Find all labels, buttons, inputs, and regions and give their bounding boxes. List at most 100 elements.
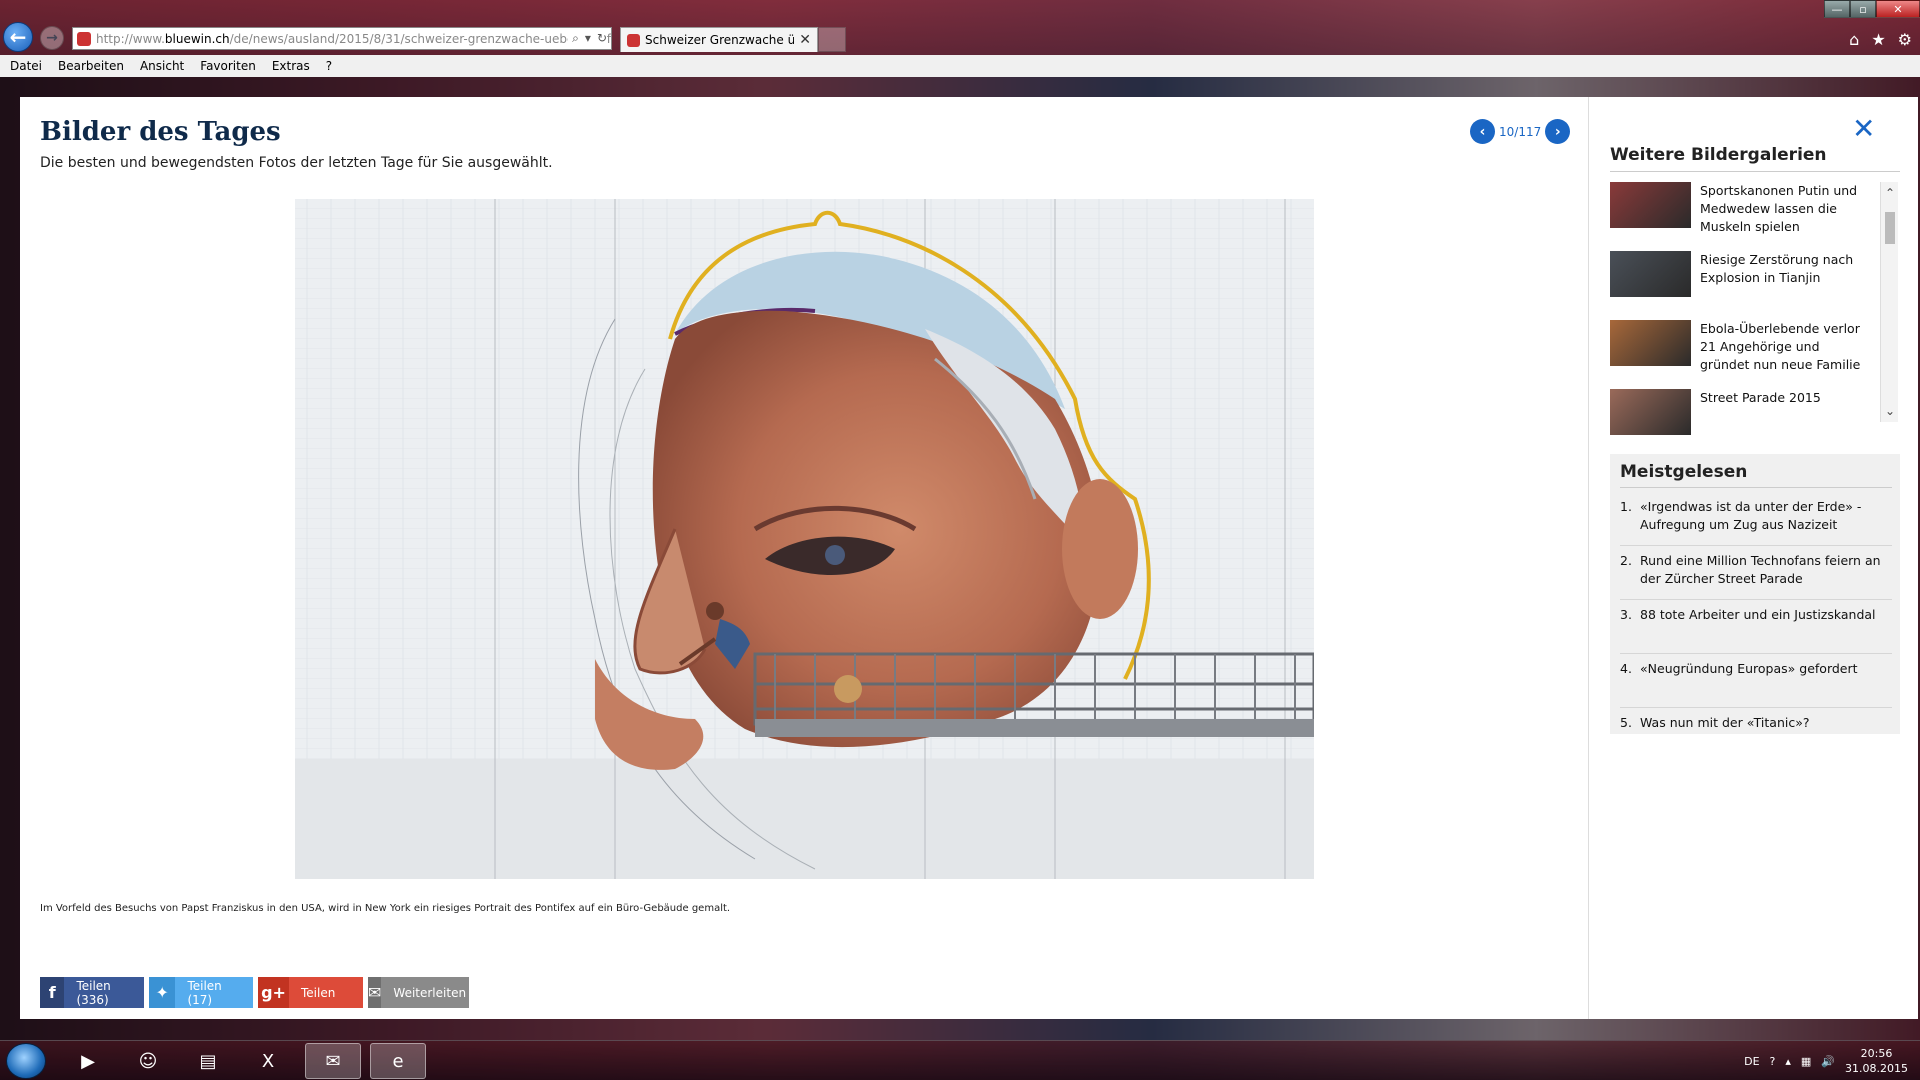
arrow-right-icon: → (46, 30, 58, 46)
twitter-share-label: Teilen (17) (187, 978, 222, 1007)
gallery-list-item[interactable]: Sportskanonen Putin und Medwedew lassen … (1610, 182, 1872, 246)
close-gallery-icon[interactable]: ✕ (1852, 112, 1875, 145)
rank-number: 5. (1620, 715, 1632, 730)
address-bar[interactable]: http://www. bluewin.ch /de/news/ausland/… (72, 27, 612, 50)
clock-date: 31.08.2015 (1845, 1062, 1908, 1075)
more-galleries-list: Sportskanonen Putin und Medwedew lassen … (1610, 182, 1872, 458)
most-read-item[interactable]: 3. 88 tote Arbeiter und ein Justizskanda… (1620, 606, 1892, 654)
forward-button[interactable]: → (40, 26, 64, 50)
googleplus-share-label: Teilen (301, 985, 336, 1000)
googleplus-share-button[interactable]: g+ Teilen (258, 977, 363, 1008)
close-window-button[interactable]: ✕ (1876, 0, 1920, 18)
gallery-thumbnail (1610, 251, 1691, 297)
gallery-pager: ‹ 10/117 › (1470, 119, 1571, 144)
minimize-button[interactable]: — (1824, 0, 1850, 18)
home-icon[interactable]: ⌂ (1849, 30, 1859, 49)
search-icon[interactable]: ⌕ (572, 31, 579, 46)
taskbar-internet-explorer[interactable]: e (370, 1043, 426, 1079)
previous-image-button[interactable]: ‹ (1470, 119, 1495, 144)
refresh-icon[interactable]: ↻ (597, 31, 607, 46)
facebook-share-button[interactable]: f Teilen (336) (40, 977, 144, 1008)
taskbar-explorer[interactable]: ▤ (180, 1043, 236, 1079)
menu-help[interactable]: ? (326, 59, 332, 73)
help-icon[interactable]: ? (1770, 1055, 1776, 1068)
most-read-box: Meistgelesen 1. «Irgendwas ist da unter … (1610, 454, 1900, 734)
most-read-item[interactable]: 5. Was nun mit der «Titanic»? (1620, 714, 1892, 762)
menu-bearbeiten[interactable]: Bearbeiten (58, 59, 124, 73)
start-button[interactable] (6, 1043, 46, 1079)
new-tab-button[interactable] (818, 27, 846, 52)
taskbar-outlook[interactable]: ✉ (305, 1043, 361, 1079)
taskbar-messenger[interactable]: ☺ (120, 1043, 176, 1079)
gallery-list-title: Ebola-Überlebende verlor 21 Angehörige u… (1700, 321, 1861, 372)
volume-icon[interactable]: 🔊 (1821, 1055, 1835, 1068)
taskbar-excel[interactable]: X (240, 1043, 296, 1079)
email-forward-button[interactable]: ✉ Weiterleiten (368, 977, 469, 1008)
internet-explorer-icon: e (392, 1050, 404, 1072)
rank-number: 4. (1620, 661, 1632, 676)
menu-extras[interactable]: Extras (272, 59, 310, 73)
most-read-item[interactable]: 4. «Neugründung Europas» gefordert (1620, 660, 1892, 708)
gallery-list-title: Riesige Zerstörung nach Explosion in Tia… (1700, 252, 1854, 285)
clock-time: 20:56 (1860, 1047, 1893, 1060)
menu-datei[interactable]: Datei (10, 59, 42, 73)
most-read-title: 88 tote Arbeiter und ein Justizskandal (1640, 607, 1876, 622)
most-read-item[interactable]: 2. Rund eine Million Technofans feiern a… (1620, 552, 1892, 600)
gallery-list-item[interactable]: Riesige Zerstörung nach Explosion in Tia… (1610, 251, 1872, 315)
back-button[interactable]: ← (3, 22, 33, 52)
gallery-thumbnail (1610, 182, 1691, 228)
gallery-list-item[interactable]: Street Parade 2015 (1610, 389, 1872, 453)
next-image-button[interactable]: › (1545, 119, 1571, 144)
twitter-bird-icon: ✦ (149, 977, 176, 1008)
gallery-main-image[interactable] (295, 199, 1314, 879)
mural-photo (295, 199, 1314, 879)
address-bar-icons: ⌕ ▾ ↻ (568, 31, 607, 46)
rank-number: 2. (1620, 553, 1632, 568)
scroll-up-icon[interactable]: ⌃ (1885, 186, 1895, 200)
most-read-item[interactable]: 1. «Irgendwas ist da unter der Erde» - A… (1620, 498, 1892, 546)
browser-toolbar-icons: ⌂ ★ ⚙ (1849, 30, 1912, 49)
tab-close-icon[interactable]: ✕ (799, 32, 811, 48)
dropdown-arrow-icon[interactable]: ▾ (585, 31, 591, 46)
gallery-lightbox: Bilder des Tages Die besten und bewegend… (20, 97, 1918, 1019)
settings-gear-icon[interactable]: ⚙ (1898, 30, 1912, 49)
taskbar-media-player[interactable]: ▶ (60, 1043, 116, 1079)
clock[interactable]: 20:56 31.08.2015 (1845, 1046, 1908, 1076)
menu-ansicht[interactable]: Ansicht (140, 59, 184, 73)
most-read-title: Was nun mit der «Titanic»? (1640, 715, 1810, 730)
folder-icon: ▤ (199, 1050, 217, 1072)
sidebar-divider (1588, 97, 1589, 1019)
googleplus-icon: g+ (258, 977, 289, 1008)
scrollbar-thumb[interactable] (1885, 212, 1895, 244)
media-player-icon: ▶ (81, 1050, 95, 1072)
url-path: /de/news/ausland/2015/8/31/schweizer-gre… (229, 31, 611, 46)
tab-favicon-icon (627, 33, 640, 47)
email-forward-label: Weiterleiten (393, 985, 467, 1000)
gallery-subtitle: Die besten und bewegendsten Fotos der le… (40, 155, 553, 171)
window-controls: — ▫ ✕ (1824, 0, 1920, 18)
show-hidden-icons-icon[interactable]: ▴ (1785, 1055, 1791, 1068)
most-read-title: «Neugründung Europas» gefordert (1640, 661, 1858, 676)
rank-number: 1. (1620, 499, 1632, 514)
system-tray: DE ? ▴ ▦ 🔊 20:56 31.08.2015 (1744, 1041, 1908, 1080)
browser-chrome: — ▫ ✕ ← → http://www. bluewin.ch /de/new… (0, 0, 1920, 77)
galleries-scrollbar[interactable]: ⌃ ⌄ (1880, 182, 1898, 422)
gallery-list-item[interactable]: Ebola-Überlebende verlor 21 Angehörige u… (1610, 320, 1872, 384)
share-buttons: f Teilen (336) ✦ Teilen (17) g+ Teilen ✉… (40, 977, 469, 1008)
favorites-star-icon[interactable]: ★ (1871, 30, 1885, 49)
gallery-title: Bilder des Tages (40, 117, 281, 147)
tab-title: Schweizer Grenzwache über... (645, 33, 794, 47)
network-icon[interactable]: ▦ (1801, 1055, 1811, 1068)
scroll-down-icon[interactable]: ⌄ (1885, 404, 1895, 418)
facebook-share-label: Teilen (336) (76, 978, 111, 1007)
language-indicator[interactable]: DE (1744, 1055, 1759, 1068)
more-galleries-heading: Weitere Bildergalerien (1610, 145, 1827, 165)
twitter-share-button[interactable]: ✦ Teilen (17) (149, 977, 253, 1008)
gallery-list-title: Sportskanonen Putin und Medwedew lassen … (1700, 183, 1858, 234)
url-prefix: http://www. (96, 31, 165, 46)
gallery-thumbnail (1610, 389, 1691, 435)
menu-favoriten[interactable]: Favoriten (200, 59, 256, 73)
browser-tab[interactable]: Schweizer Grenzwache über... ✕ (620, 27, 818, 52)
windows-taskbar: ▶ ☺ ▤ X ✉ e DE ? ▴ ▦ 🔊 20:56 31.08.2015 (0, 1040, 1920, 1080)
maximize-button[interactable]: ▫ (1850, 0, 1876, 18)
